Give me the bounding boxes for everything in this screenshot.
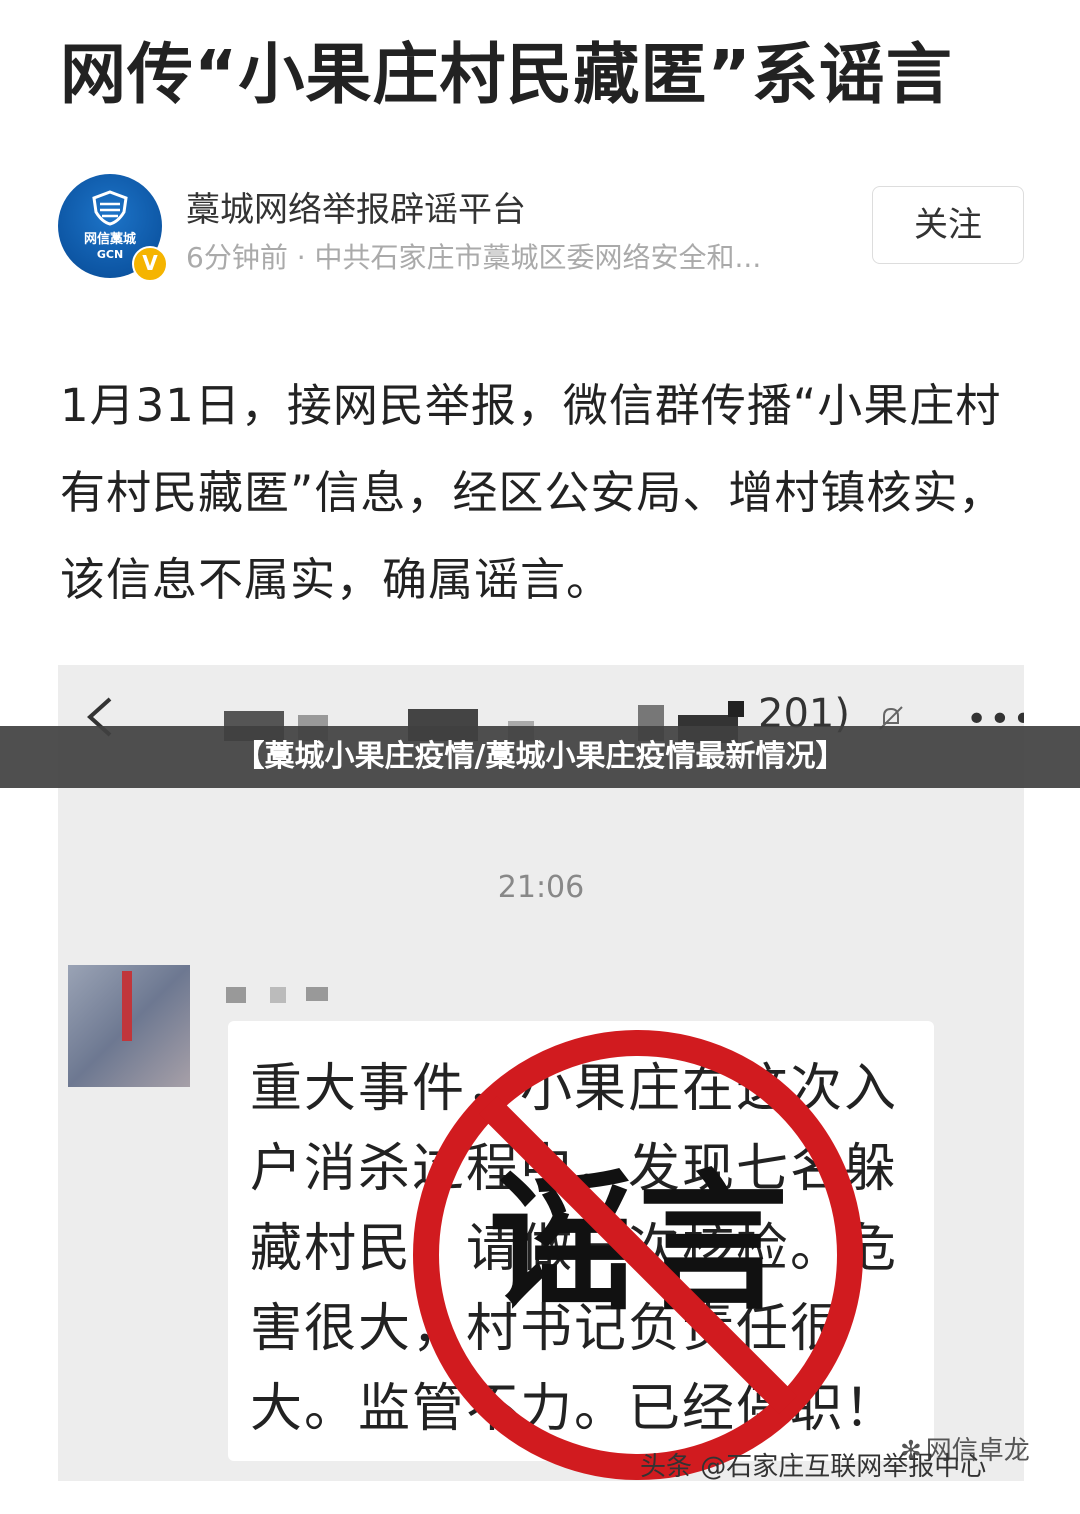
- follow-button[interactable]: 关注: [872, 186, 1024, 264]
- author-meta: 6分钟前 · 中共石家庄市藁城区委网络安全和...: [186, 241, 762, 274]
- article-body: 1月31日，接网民举报，微信群传播“小果庄村有村民藏匿”信息，经区公安局、增村镇…: [60, 379, 1005, 606]
- article-title: 网传“小果庄村民藏匿”系谣言: [60, 36, 953, 113]
- rumor-stamp-icon: 谣言: [413, 1030, 863, 1480]
- banner-text: 【藁城小果庄疫情/藁城小果庄疫情最新情况】: [234, 739, 846, 774]
- author-name[interactable]: 藁城网络举报辟谣平台: [186, 182, 526, 231]
- shield-icon: [92, 190, 128, 226]
- toutiao-watermark: 头条 @石家庄互联网举报中心: [640, 1452, 987, 1482]
- avatar-logo-text: 网信藁城: [83, 232, 136, 247]
- overlay-banner: 【藁城小果庄疫情/藁城小果庄疫情最新情况】: [0, 726, 1080, 788]
- sender-avatar-blurred: [68, 965, 190, 1087]
- author-row: 网信藁城 GCN V 藁城网络举报辟谣平台 6分钟前 · 中共石家庄市藁城区委网…: [58, 172, 1024, 282]
- chat-time: 21:06: [497, 870, 585, 905]
- sender-name-blurred: [226, 987, 336, 1005]
- verified-badge-icon: V: [132, 246, 168, 282]
